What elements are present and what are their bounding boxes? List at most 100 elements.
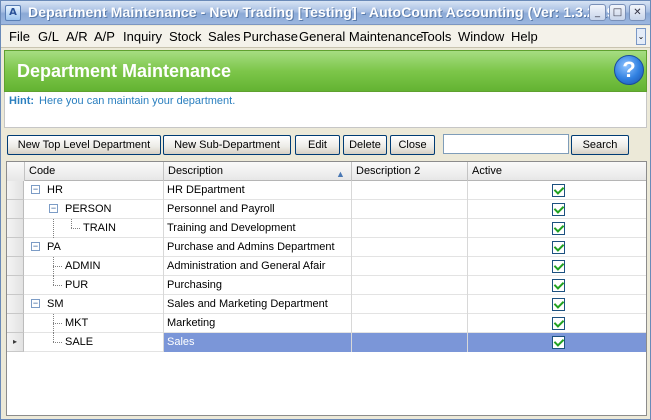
department-tree-grid[interactable]: Code Description ▲ Description 2 Active … bbox=[6, 161, 647, 416]
row-header[interactable] bbox=[7, 200, 24, 219]
menu-gl[interactable]: G/L bbox=[38, 29, 59, 44]
description-2-cell[interactable] bbox=[351, 314, 467, 333]
active-checkbox[interactable] bbox=[552, 298, 565, 311]
table-row[interactable]: − SM Sales and Marketing Department bbox=[7, 295, 646, 314]
active-cell[interactable] bbox=[467, 238, 646, 257]
code-cell[interactable]: TRAIN bbox=[25, 219, 163, 238]
active-cell[interactable] bbox=[467, 200, 646, 219]
close-button[interactable]: Close bbox=[390, 135, 435, 155]
description-cell[interactable]: Personnel and Payroll bbox=[163, 200, 351, 219]
active-cell[interactable] bbox=[467, 333, 646, 352]
description-2-cell[interactable] bbox=[351, 181, 467, 200]
collapse-icon[interactable]: − bbox=[31, 185, 40, 194]
active-checkbox[interactable] bbox=[552, 203, 565, 216]
description-cell[interactable]: Sales bbox=[163, 333, 351, 352]
column-header-code[interactable]: Code bbox=[24, 162, 163, 181]
menu-general-maintenance[interactable]: General Maintenance bbox=[299, 29, 423, 44]
column-header-description[interactable]: Description ▲ bbox=[163, 162, 351, 181]
active-checkbox[interactable] bbox=[552, 279, 565, 292]
minimize-button[interactable]: _ bbox=[589, 4, 606, 21]
table-row[interactable]: − PERSON Personnel and Payroll bbox=[7, 200, 646, 219]
menu-stock[interactable]: Stock bbox=[169, 29, 202, 44]
description-2-cell[interactable] bbox=[351, 238, 467, 257]
search-input[interactable] bbox=[443, 134, 569, 154]
search-button[interactable]: Search bbox=[571, 135, 629, 155]
description-2-cell[interactable] bbox=[351, 200, 467, 219]
active-checkbox[interactable] bbox=[552, 184, 565, 197]
row-header[interactable] bbox=[7, 219, 24, 238]
active-cell[interactable] bbox=[467, 295, 646, 314]
menu-purchase[interactable]: Purchase bbox=[243, 29, 298, 44]
row-header[interactable] bbox=[7, 257, 24, 276]
code-cell[interactable]: MKT bbox=[25, 314, 163, 333]
column-header-active[interactable]: Active bbox=[467, 162, 646, 181]
new-sub-department-button[interactable]: New Sub-Department bbox=[163, 135, 291, 155]
description-cell[interactable]: Marketing bbox=[163, 314, 351, 333]
column-header-description-2[interactable]: Description 2 bbox=[351, 162, 467, 181]
maximize-button[interactable]: □ bbox=[609, 4, 626, 21]
row-header[interactable] bbox=[7, 276, 24, 295]
table-row[interactable]: ADMIN Administration and General Afair bbox=[7, 257, 646, 276]
title-bar[interactable]: A Department Maintenance - New Trading [… bbox=[1, 1, 650, 25]
menu-ar[interactable]: A/R bbox=[66, 29, 88, 44]
table-row[interactable]: PUR Purchasing bbox=[7, 276, 646, 295]
mdi-system-menu-icon[interactable]: ⌄ bbox=[636, 28, 646, 45]
code-cell[interactable]: − SM bbox=[25, 295, 163, 314]
description-cell[interactable]: Purchasing bbox=[163, 276, 351, 295]
table-row[interactable]: MKT Marketing bbox=[7, 314, 646, 333]
description-2-cell[interactable] bbox=[351, 219, 467, 238]
description-cell[interactable]: Administration and General Afair bbox=[163, 257, 351, 276]
row-header[interactable] bbox=[7, 314, 24, 333]
table-row[interactable]: TRAIN Training and Development bbox=[7, 219, 646, 238]
collapse-icon[interactable]: − bbox=[31, 242, 40, 251]
active-checkbox[interactable] bbox=[552, 241, 565, 254]
menu-file[interactable]: File bbox=[9, 29, 30, 44]
active-checkbox[interactable] bbox=[552, 222, 565, 235]
code-cell[interactable]: − PA bbox=[25, 238, 163, 257]
row-header[interactable] bbox=[7, 181, 24, 200]
code-cell[interactable]: SALE bbox=[25, 333, 163, 352]
description-cell[interactable]: Sales and Marketing Department bbox=[163, 295, 351, 314]
code-cell[interactable]: ADMIN bbox=[25, 257, 163, 276]
tree-connector bbox=[53, 285, 62, 286]
description-2-cell[interactable] bbox=[351, 276, 467, 295]
table-row[interactable]: − HR HR DEpartment bbox=[7, 181, 646, 200]
help-icon[interactable]: ? bbox=[614, 55, 644, 85]
active-cell[interactable] bbox=[467, 181, 646, 200]
code-cell[interactable]: PUR bbox=[25, 276, 163, 295]
row-header[interactable] bbox=[7, 238, 24, 257]
column-header-description-label: Description bbox=[168, 165, 224, 177]
description-2-cell[interactable] bbox=[351, 257, 467, 276]
menu-ap[interactable]: A/P bbox=[94, 29, 115, 44]
row-header[interactable] bbox=[7, 295, 24, 314]
description-2-cell[interactable] bbox=[351, 295, 467, 314]
code-cell[interactable]: − PERSON bbox=[25, 200, 163, 219]
menu-window[interactable]: Window bbox=[458, 29, 504, 44]
new-top-level-department-button[interactable]: New Top Level Department bbox=[7, 135, 161, 155]
description-cell[interactable]: Purchase and Admins Department bbox=[163, 238, 351, 257]
edit-button[interactable]: Edit bbox=[295, 135, 340, 155]
menu-inquiry[interactable]: Inquiry bbox=[123, 29, 162, 44]
autocount-app-icon[interactable]: A bbox=[5, 5, 21, 21]
menu-tools[interactable]: Tools bbox=[421, 29, 451, 44]
table-row[interactable]: − PA Purchase and Admins Department bbox=[7, 238, 646, 257]
description-cell[interactable]: HR DEpartment bbox=[163, 181, 351, 200]
active-cell[interactable] bbox=[467, 257, 646, 276]
menu-help[interactable]: Help bbox=[511, 29, 538, 44]
menu-sales[interactable]: Sales bbox=[208, 29, 241, 44]
collapse-icon[interactable]: − bbox=[49, 204, 58, 213]
collapse-icon[interactable]: − bbox=[31, 299, 40, 308]
active-checkbox[interactable] bbox=[552, 260, 565, 273]
table-row[interactable]: ▸ SALE Sales bbox=[7, 333, 646, 352]
close-window-button[interactable]: ✕ bbox=[629, 4, 646, 21]
row-header[interactable]: ▸ bbox=[7, 333, 24, 352]
active-checkbox[interactable] bbox=[552, 317, 565, 330]
description-2-cell[interactable] bbox=[351, 333, 467, 352]
description-cell[interactable]: Training and Development bbox=[163, 219, 351, 238]
active-cell[interactable] bbox=[467, 276, 646, 295]
delete-button[interactable]: Delete bbox=[343, 135, 387, 155]
active-cell[interactable] bbox=[467, 219, 646, 238]
active-checkbox[interactable] bbox=[552, 336, 565, 349]
active-cell[interactable] bbox=[467, 314, 646, 333]
code-cell[interactable]: − HR bbox=[25, 181, 163, 200]
